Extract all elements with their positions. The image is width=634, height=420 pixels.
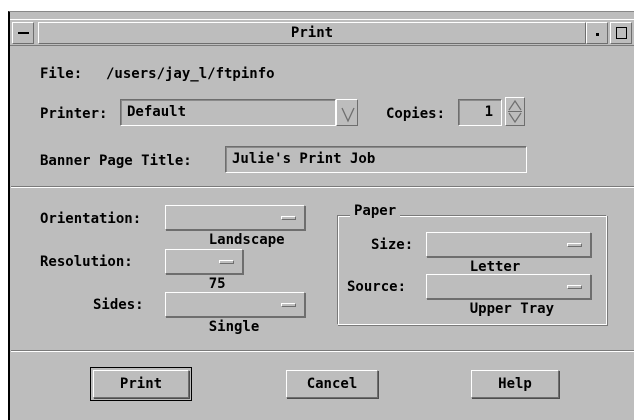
paper-size-value: Letter [469, 259, 521, 275]
maximize-button[interactable] [610, 22, 632, 44]
chevron-down-icon [341, 107, 355, 123]
paper-size-menu[interactable]: Letter [426, 232, 591, 275]
sides-menu[interactable]: Single [165, 292, 305, 335]
separator-top [11, 186, 634, 188]
window-title: Print [38, 22, 586, 44]
option-menu-icon [281, 216, 296, 220]
cancel-button[interactable]: Cancel [286, 370, 378, 398]
file-label: File: [40, 66, 83, 82]
print-button[interactable]: Print [90, 367, 192, 401]
file-path: /users/jay_l/ftpinfo [106, 66, 275, 82]
copies-spinner[interactable] [505, 97, 525, 126]
resolution-menu[interactable]: 75 [165, 249, 243, 292]
banner-field[interactable]: Julie's Print Job [225, 146, 527, 173]
minimize-button[interactable] [586, 22, 608, 44]
paper-source-menu[interactable]: Upper Tray [426, 274, 591, 317]
printer-dropdown-button[interactable] [336, 99, 358, 126]
orientation-value: Landscape [208, 232, 285, 248]
resolution-label: Resolution: [40, 254, 133, 270]
printer-field[interactable]: Default [120, 99, 336, 126]
banner-label: Banner Page Title: [40, 153, 192, 169]
option-menu-icon [281, 303, 296, 307]
title-bar: Print [10, 19, 634, 46]
help-button[interactable]: Help [471, 370, 559, 398]
orientation-menu[interactable]: Landscape [165, 205, 305, 248]
maximize-icon [616, 27, 627, 39]
minimize-icon [596, 33, 599, 36]
copies-label: Copies: [386, 106, 446, 122]
spinner-arrows-icon [508, 99, 522, 124]
paper-source-label: Source: [347, 279, 407, 295]
window-menu-button[interactable] [12, 22, 34, 44]
option-menu-icon [219, 260, 234, 264]
print-dialog: Print File: /users/jay_l/ftpinfo Printer… [8, 11, 634, 420]
copies-field[interactable]: 1 [458, 99, 502, 126]
paper-group-title: Paper [350, 203, 401, 219]
paper-source-value: Upper Tray [469, 301, 555, 317]
printer-label: Printer: [40, 106, 108, 122]
window-menu-icon [18, 32, 29, 34]
option-menu-icon [567, 243, 582, 247]
paper-size-label: Size: [371, 237, 414, 253]
resolution-value: 75 [208, 276, 226, 292]
sides-value: Single [208, 319, 260, 335]
separator-bottom [11, 350, 634, 352]
option-menu-icon [567, 285, 582, 289]
sides-label: Sides: [93, 297, 144, 313]
orientation-label: Orientation: [40, 211, 142, 227]
